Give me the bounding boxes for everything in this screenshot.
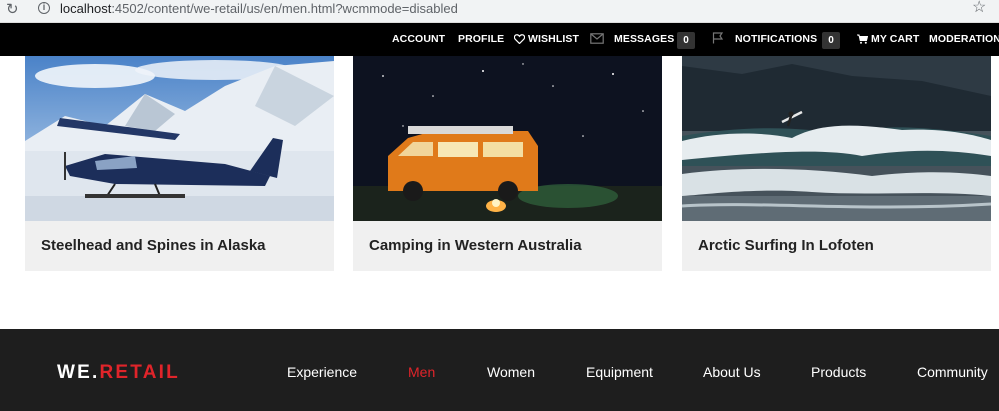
notifications-count-badge: 0 <box>822 32 840 49</box>
card-title[interactable]: Steelhead and Spines in Alaska <box>41 237 266 254</box>
nav-wishlist[interactable]: WISHLIST <box>513 23 579 56</box>
browser-address-bar: ↻ i localhost:4502/content/we-retail/us/… <box>0 0 999 23</box>
url-field[interactable]: localhost:4502/content/we-retail/us/en/m… <box>60 1 458 17</box>
nav-wishlist-label: WISHLIST <box>528 33 579 45</box>
envelope-icon <box>590 33 604 44</box>
card-title[interactable]: Camping in Western Australia <box>369 237 582 254</box>
footer-nav-men[interactable]: Men <box>408 364 435 380</box>
footer-nav-equipment[interactable]: Equipment <box>586 364 653 380</box>
logo-we: WE <box>57 362 93 383</box>
seaplane-image <box>25 56 334 221</box>
heart-icon <box>513 34 526 45</box>
logo-dot: . <box>92 362 100 383</box>
we-retail-logo[interactable]: WE.RETAIL <box>57 362 180 384</box>
card-image-campervan[interactable] <box>353 56 662 221</box>
footer-nav-products[interactable]: Products <box>811 364 866 380</box>
reload-icon[interactable]: ↻ <box>6 1 19 19</box>
nav-messages[interactable]: MESSAGES <box>590 23 674 56</box>
url-host: localhost <box>60 1 112 16</box>
info-icon[interactable]: i <box>38 2 50 14</box>
campervan-image <box>353 56 662 221</box>
footer-nav-about-us[interactable]: About Us <box>703 364 761 380</box>
nav-profile[interactable]: PROFILE <box>458 23 504 56</box>
article-card[interactable]: Arctic Surfing In Lofoten <box>682 56 991 271</box>
flag-icon <box>712 32 724 44</box>
article-card[interactable]: Steelhead and Spines in Alaska <box>25 56 334 271</box>
nav-notifications[interactable]: NOTIFICATIONS <box>712 23 817 56</box>
card-image-surfer[interactable] <box>682 56 991 221</box>
card-title[interactable]: Arctic Surfing In Lofoten <box>698 237 874 254</box>
cart-icon <box>857 34 869 44</box>
star-icon[interactable]: ☆ <box>972 0 986 18</box>
top-nav-bar: ACCOUNT PROFILE WISHLIST MESSAGES 0 NOTI… <box>0 23 999 56</box>
footer-nav-experience[interactable]: Experience <box>287 364 357 380</box>
nav-notifications-label: NOTIFICATIONS <box>735 33 818 45</box>
site-footer: WE.RETAIL Experience Men Women Equipment… <box>0 329 999 411</box>
surfer-image <box>682 56 991 221</box>
url-path: :4502/content/we-retail/us/en/men.html?w… <box>111 1 458 16</box>
nav-cart[interactable]: MY CART <box>857 23 919 56</box>
nav-account[interactable]: ACCOUNT <box>392 23 445 56</box>
footer-nav-women[interactable]: Women <box>487 364 535 380</box>
card-image-seaplane[interactable] <box>25 56 334 221</box>
nav-moderation[interactable]: MODERATION <box>929 23 999 56</box>
article-card[interactable]: Camping in Western Australia <box>353 56 662 271</box>
messages-count-badge: 0 <box>677 32 695 49</box>
footer-nav-community[interactable]: Community <box>917 364 988 380</box>
nav-messages-label: MESSAGES <box>614 33 675 45</box>
nav-cart-label: MY CART <box>871 33 920 45</box>
logo-retail: RETAIL <box>99 362 180 383</box>
